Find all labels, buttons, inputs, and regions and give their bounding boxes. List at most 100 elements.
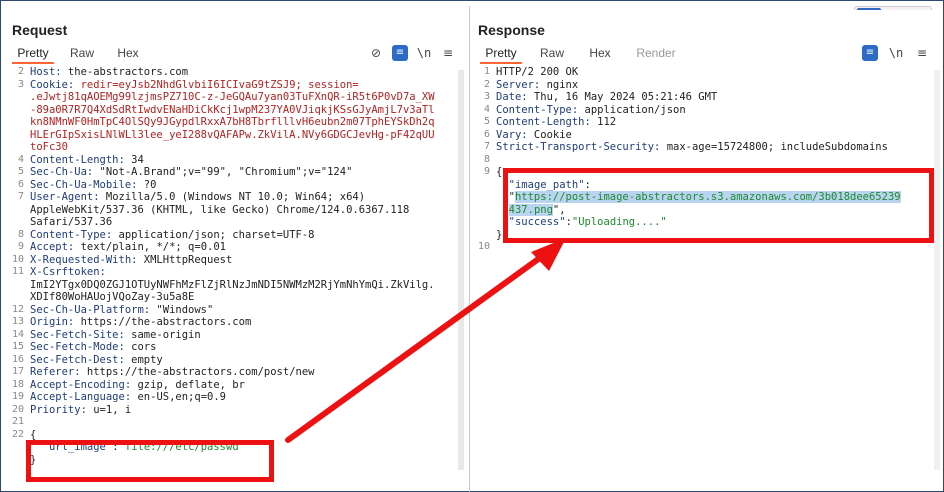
code-line: 2 Server: nginx <box>474 79 940 92</box>
code-line: Safari/537.36 <box>8 216 464 229</box>
header-name: Sec-Ch-Ua: <box>30 166 94 178</box>
code-line: 8 <box>474 154 940 167</box>
response-tab-render[interactable]: Render <box>632 44 680 64</box>
request-title: Request <box>12 22 68 38</box>
response-tab-pretty[interactable]: Pretty <box>480 44 522 64</box>
line-text: X-Requested-With: XMLHttpRequest <box>30 254 232 267</box>
response-tab-hex[interactable]: Hex <box>584 44 616 64</box>
header-value: https://the-abstractors.com <box>74 316 252 328</box>
line-number: 15 <box>11 341 24 352</box>
code-line: 4 Content-Type: application/json <box>474 104 940 117</box>
header-value: HTTP/2 200 OK <box>496 66 579 78</box>
response-tab-raw[interactable]: Raw <box>536 44 568 64</box>
line-text: Content-Type: application/json <box>496 104 686 117</box>
newline-toggle[interactable]: \n <box>888 45 904 61</box>
pane-divider[interactable] <box>469 6 470 492</box>
line-number: 19 <box>11 391 24 402</box>
header-value: ?0 <box>137 178 157 191</box>
line-text: Content-Type: application/json; charset=… <box>30 229 314 242</box>
code-line: 21 <box>8 416 464 429</box>
highlight-box-response-body <box>503 168 934 243</box>
line-number: 11 <box>11 266 24 277</box>
header-value: https://the-abstractors.com/post/new <box>80 366 315 378</box>
line-number: 1 <box>483 66 490 77</box>
line-text: .eJwtj81qAOEMg99lzjmsPZ710C-z-JeGQAu7yan… <box>30 91 435 104</box>
newline-toggle[interactable]: \n <box>416 45 432 61</box>
header-value: max-age=15724800; includeSubdomains <box>660 141 888 153</box>
header-name: Server: <box>496 78 541 91</box>
header-value: 112 <box>590 116 617 128</box>
response-pane: Response Pretty Raw Hex Render ≡ \n ≡ 1H… <box>474 10 940 490</box>
request-pane: Request Pretty Raw Hex ⊘ ≡ \n ≡ 2 Host: t… <box>8 10 464 490</box>
header-name: Referer: <box>30 366 81 378</box>
request-editor[interactable]: 2 Host: the-abstractors.com 3 Cookie: redir… <box>8 66 464 466</box>
header-name: Content-Type: <box>30 228 113 241</box>
header-value: empty <box>124 353 163 366</box>
menu-icon[interactable]: ≡ <box>440 45 456 61</box>
header-value: u=1, i <box>86 403 132 416</box>
wrap-icon[interactable]: ≡ <box>862 45 878 61</box>
header-value: .eJwtj81qAOEMg99lzjmsPZ710C-z-JeGQAu7yan… <box>30 91 435 103</box>
request-tab-pretty[interactable]: Pretty <box>12 44 54 64</box>
line-number: 14 <box>11 328 24 340</box>
code-line: HLErGIpSxisLNlWLl3lee_yeI288vQAFAPw.ZkVi… <box>8 129 464 142</box>
line-text: Content-Length: 34 <box>30 154 144 167</box>
line-text: Content-Length: 112 <box>496 116 616 129</box>
line-text: { <box>496 166 502 179</box>
header-name: Host: <box>30 66 62 78</box>
header-value: ImI2YTgx0DQ0ZGJ1OTUyNWFhMzFlZjRlNzJmNDI5… <box>30 278 435 291</box>
code-line: 5 Content-Length: 112 <box>474 116 940 129</box>
header-value: nginx <box>540 78 579 91</box>
header-name: Vary: <box>496 128 528 141</box>
code-line: 4 Content-Length: 34 <box>8 154 464 167</box>
line-text: HTTP/2 200 OK <box>496 66 578 79</box>
line-text: Referer: https://the-abstractors.com/pos… <box>30 366 314 379</box>
line-text: User-Agent: Mozilla/5.0 (Windows NT 10.0… <box>30 191 365 204</box>
line-number: 2 <box>17 66 24 77</box>
response-scrollbar[interactable] <box>934 70 940 470</box>
line-text: Priority: u=1, i <box>30 404 131 417</box>
header-name: User-Agent: <box>30 191 100 203</box>
header-name: Accept-Encoding: <box>30 378 132 391</box>
code-line: .eJwtj81qAOEMg99lzjmsPZ710C-z-JeGQAu7yan… <box>8 91 464 104</box>
code-line: 3 Cookie: redir=eyJsb2NhdGlvbiI6ICIvaG9tZ… <box>8 79 464 92</box>
line-number: 5 <box>17 166 24 177</box>
request-tab-raw[interactable]: Raw <box>66 44 98 64</box>
wrap-icon[interactable]: ≡ <box>392 45 408 61</box>
header-value: 34 <box>124 153 144 166</box>
line-number: 3 <box>483 91 490 102</box>
header-name: Content-Length: <box>496 116 591 128</box>
eye-off-icon[interactable]: ⊘ <box>368 45 384 61</box>
line-number: 18 <box>11 378 24 390</box>
header-value: redir=eyJsb2NhdGlvbiI6ICIvaG9tZSJ9; sess… <box>74 78 359 91</box>
code-line: 5 Sec-Ch-Ua: "Not-A.Brand";v="99", "Chrom… <box>8 166 464 179</box>
code-line: 18 Accept-Encoding: gzip, deflate, br <box>8 379 464 392</box>
request-toolbar: ⊘ ≡ \n ≡ <box>368 44 464 64</box>
line-text: XDIf80WoHAUojVQoZay-3u5a8E <box>30 291 194 304</box>
header-value: en-US,en;q=0.9 <box>131 391 226 403</box>
line-text: Sec-Fetch-Site: same-origin <box>30 329 201 342</box>
request-scrollbar[interactable] <box>458 70 464 470</box>
line-number: 17 <box>11 366 24 377</box>
line-number: 10 <box>477 241 490 252</box>
line-number: 21 <box>11 416 24 427</box>
response-title: Response <box>478 22 545 38</box>
line-number: 5 <box>483 116 490 127</box>
request-tab-hex[interactable]: Hex <box>112 44 144 64</box>
line-text: Strict-Transport-Security: max-age=15724… <box>496 141 888 154</box>
header-value: application/json; charset=UTF-8 <box>112 228 315 241</box>
menu-icon[interactable]: ≡ <box>914 45 930 61</box>
line-text: AppleWebKit/537.36 (KHTML, like Gecko) C… <box>30 204 409 217</box>
header-value: XDIf80WoHAUojVQoZay-3u5a8E <box>30 291 195 303</box>
line-number: 9 <box>483 166 490 177</box>
line-text: Sec-Ch-Ua-Platform: "Windows" <box>30 304 213 317</box>
header-name: Content-Type: <box>496 103 579 116</box>
line-text: ImI2YTgx0DQ0ZGJ1OTUyNWFhMzFlZjRlNzJmNDI5… <box>30 279 435 292</box>
header-value: text/plain, */*; q=0.01 <box>74 241 226 253</box>
line-text: Server: nginx <box>496 79 578 92</box>
header-value: same-origin <box>124 328 201 341</box>
line-number: 3 <box>17 78 24 90</box>
header-name: Origin: <box>30 316 75 328</box>
header-value: Thu, 16 May 2024 05:21:46 GMT <box>527 91 718 103</box>
line-text: Cookie: redir=eyJsb2NhdGlvbiI6ICIvaG9tZS… <box>30 79 359 92</box>
